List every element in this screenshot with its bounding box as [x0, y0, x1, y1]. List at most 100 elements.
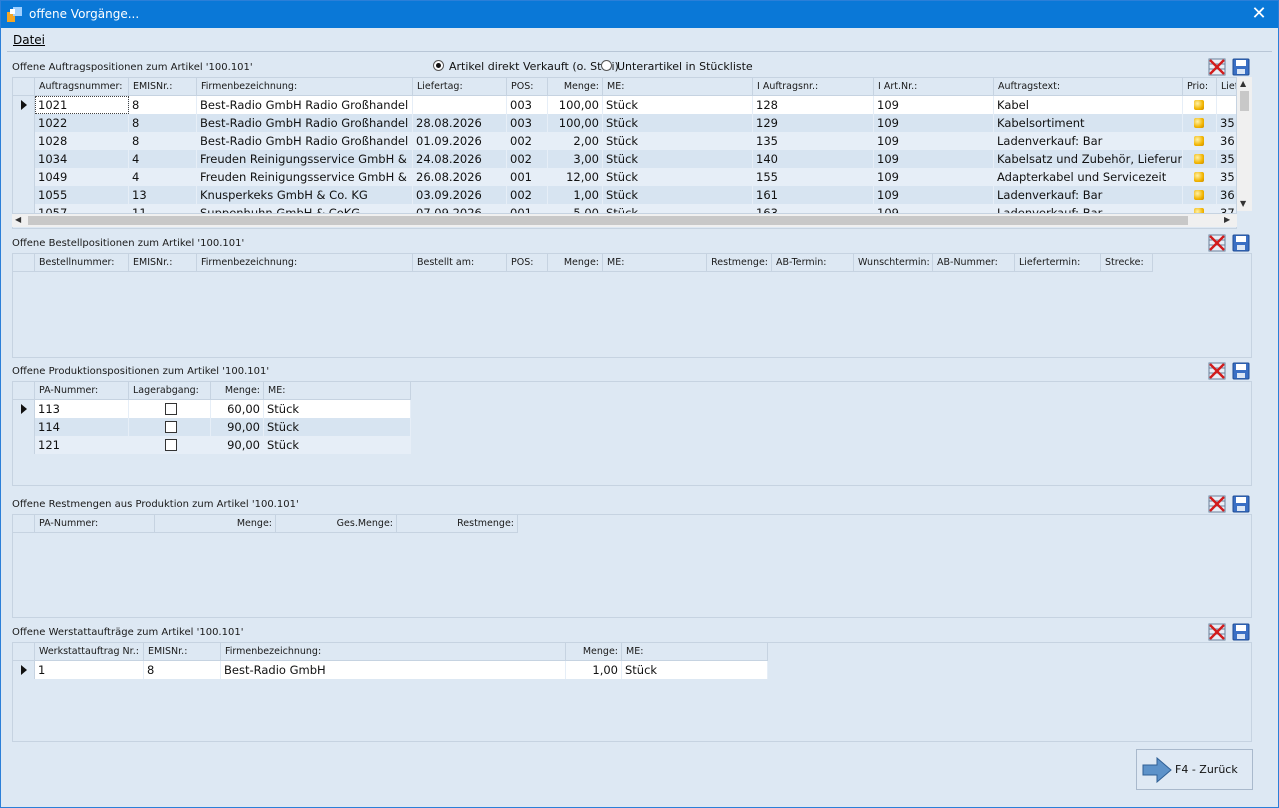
- scroll-down-icon[interactable]: ▼: [1240, 199, 1246, 209]
- column-header[interactable]: Menge:: [566, 643, 622, 661]
- column-header[interactable]: ME:: [264, 382, 411, 400]
- close-icon[interactable]: ✕: [1244, 2, 1274, 26]
- save-diskette-icon[interactable]: [1231, 362, 1251, 380]
- delete-grid-icon[interactable]: [1207, 623, 1227, 641]
- table-cell: 90,00: [211, 418, 264, 436]
- row-selector[interactable]: [13, 132, 35, 150]
- back-button[interactable]: F4 - Zurück: [1136, 749, 1253, 790]
- row-selector-header: [13, 382, 35, 400]
- column-header[interactable]: Menge:: [548, 78, 603, 96]
- grid-auftrag: Auftragsnummer: EMISNr.: Firmenbezeichnung…: [12, 77, 1237, 229]
- column-header[interactable]: Lagerabgang:: [129, 382, 211, 400]
- column-header[interactable]: Firmenbezeichnung:: [221, 643, 566, 661]
- column-header[interactable]: Wunschtermin:: [854, 254, 933, 272]
- table-cell: 1055: [35, 186, 129, 204]
- table-cell: 12,00: [548, 168, 603, 186]
- column-header[interactable]: Strecke:: [1101, 254, 1153, 272]
- row-selector[interactable]: [13, 436, 35, 454]
- column-header[interactable]: AB-Termin:: [772, 254, 854, 272]
- delete-grid-icon[interactable]: [1207, 234, 1227, 252]
- column-header[interactable]: PA-Nummer:: [35, 515, 155, 533]
- column-header[interactable]: EMISNr.:: [129, 254, 197, 272]
- row-selector[interactable]: [13, 400, 35, 418]
- delete-grid-icon[interactable]: [1207, 58, 1227, 76]
- table-cell: Adapterkabel und Servicezeit: [994, 168, 1183, 186]
- scroll-thumb[interactable]: [1240, 91, 1249, 111]
- table-row[interactable]: 1 8 Best-Radio GmbH 1,00 Stück: [13, 661, 768, 679]
- column-header[interactable]: Liefertermin:: [1015, 254, 1101, 272]
- column-header[interactable]: POS:: [507, 254, 548, 272]
- table-cell: 109: [874, 132, 994, 150]
- row-selector[interactable]: [13, 168, 35, 186]
- horizontal-scrollbar[interactable]: ◀ ▶: [12, 213, 1237, 227]
- table-cell: 8: [129, 114, 197, 132]
- column-header[interactable]: PA-Nummer:: [35, 382, 129, 400]
- column-header[interactable]: Firmenbezeichnung:: [197, 78, 413, 96]
- menu-datei[interactable]: Datei: [13, 33, 45, 47]
- table-cell: 109: [874, 114, 994, 132]
- column-header[interactable]: Firmenbezeichnung:: [197, 254, 413, 272]
- save-diskette-icon[interactable]: [1231, 495, 1251, 513]
- row-selector[interactable]: [13, 96, 35, 114]
- window-title: offene Vorgänge...: [29, 7, 140, 21]
- column-header[interactable]: POS:: [507, 78, 548, 96]
- column-header[interactable]: Lief: [1217, 78, 1236, 96]
- vertical-scrollbar[interactable]: ▲ ▼: [1237, 77, 1252, 211]
- table-row[interactable]: 1028 8 Best-Radio GmbH Radio Großhandel 01.…: [13, 132, 1236, 150]
- column-header[interactable]: ME:: [622, 643, 768, 661]
- column-header[interactable]: ME:: [603, 78, 753, 96]
- row-selector[interactable]: [13, 114, 35, 132]
- column-header[interactable]: Ges.Menge:: [276, 515, 397, 533]
- table-row[interactable]: 114 90,00 Stück: [13, 418, 411, 436]
- table-cell: 002: [507, 150, 548, 168]
- table-row[interactable]: 1034 4 Freuden Reinigungsservice GmbH & 24.…: [13, 150, 1236, 168]
- scroll-up-icon[interactable]: ▲: [1240, 79, 1246, 89]
- table-cell: 140: [753, 150, 874, 168]
- column-header[interactable]: Menge:: [155, 515, 276, 533]
- column-header[interactable]: Bestellnummer:: [35, 254, 129, 272]
- column-header[interactable]: Restmenge:: [397, 515, 518, 533]
- row-selector[interactable]: [13, 418, 35, 436]
- table-row[interactable]: 1055 13 Knusperkeks GmbH & Co. KG 03.09.202…: [13, 186, 1236, 204]
- table-cell: Best-Radio GmbH Radio Großhandel: [197, 96, 413, 114]
- table-cell: [1183, 114, 1217, 132]
- scroll-left-icon[interactable]: ◀: [15, 215, 21, 225]
- column-header[interactable]: Restmenge:: [707, 254, 772, 272]
- column-header[interactable]: Menge:: [548, 254, 603, 272]
- scroll-right-icon[interactable]: ▶: [1224, 215, 1230, 225]
- column-header[interactable]: EMISNr.:: [144, 643, 221, 661]
- table-row[interactable]: 121 90,00 Stück: [13, 436, 411, 454]
- table-cell: 1,00: [566, 661, 622, 679]
- delete-grid-icon[interactable]: [1207, 495, 1227, 513]
- scroll-thumb[interactable]: [28, 216, 1188, 225]
- save-diskette-icon[interactable]: [1231, 623, 1251, 641]
- column-header[interactable]: Menge:: [211, 382, 264, 400]
- column-header[interactable]: Auftragstext:: [994, 78, 1183, 96]
- table-row[interactable]: 1049 4 Freuden Reinigungsservice GmbH & 26.…: [13, 168, 1236, 186]
- table-row[interactable]: 1021 8 Best-Radio GmbH Radio Großhandel 003…: [13, 96, 1236, 114]
- row-selector[interactable]: [13, 661, 35, 679]
- table-row[interactable]: 1022 8 Best-Radio GmbH Radio Großhandel 28.…: [13, 114, 1236, 132]
- lagerabgang-checkbox[interactable]: [165, 439, 177, 451]
- column-header[interactable]: Prio:: [1183, 78, 1217, 96]
- column-header[interactable]: I Auftragsnr.:: [753, 78, 874, 96]
- lagerabgang-checkbox[interactable]: [165, 421, 177, 433]
- column-header[interactable]: Werkstattauftrag Nr.:: [35, 643, 144, 661]
- table-row[interactable]: 113 60,00 Stück: [13, 400, 411, 418]
- row-selector[interactable]: [13, 186, 35, 204]
- delete-grid-icon[interactable]: [1207, 362, 1227, 380]
- lagerabgang-checkbox[interactable]: [165, 403, 177, 415]
- table-cell: Stück: [603, 96, 753, 114]
- column-header[interactable]: Liefertag:: [413, 78, 507, 96]
- save-diskette-icon[interactable]: [1231, 58, 1251, 76]
- column-header[interactable]: AB-Nummer:: [933, 254, 1015, 272]
- grid-werkstatt: Werkstattauftrag Nr.: EMISNr.: Firmenbezei…: [12, 642, 1252, 742]
- column-header[interactable]: I Art.Nr.:: [874, 78, 994, 96]
- column-header[interactable]: ME:: [603, 254, 707, 272]
- column-header[interactable]: Auftragsnummer:: [35, 78, 129, 96]
- row-selector[interactable]: [13, 150, 35, 168]
- save-diskette-icon[interactable]: [1231, 234, 1251, 252]
- column-header[interactable]: Bestellt am:: [413, 254, 507, 272]
- column-header[interactable]: EMISNr.:: [129, 78, 197, 96]
- table-cell: Stück: [264, 418, 411, 436]
